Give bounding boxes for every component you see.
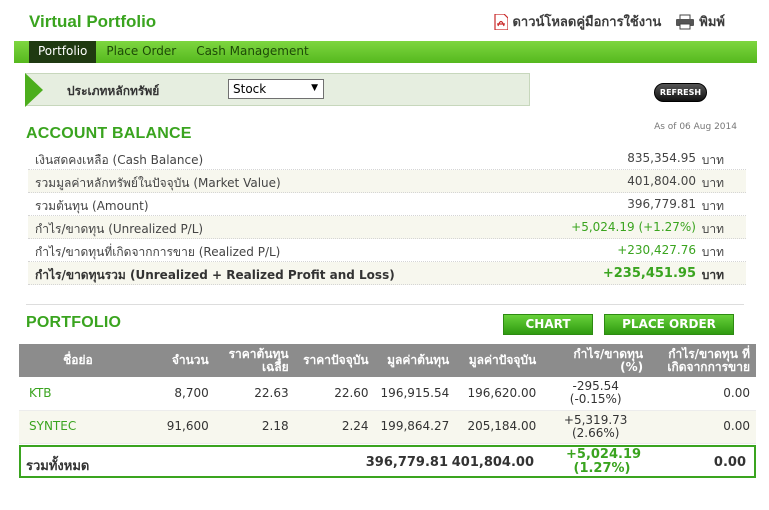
total-realized: 0.00 [713,455,746,470]
pl-cell: +5,319.73 (2.66%) [542,410,650,444]
balance-unit: บาท [701,153,724,167]
pl-percent: (-0.15%) [569,392,622,407]
table-row: SYNTEC 91,600 2.18 2.24 199,864.27 205,1… [19,410,756,444]
balance-value: +230,427.76 [617,243,696,257]
chart-button[interactable]: CHART [503,314,593,335]
total-cost-value: 396,779.81 [365,455,448,470]
as-of-date: As of 06 Aug 2014 [654,122,737,132]
pl-cell: -295.54 (-0.15%) [542,377,650,411]
account-balance-table: เงินสดคงเหลือ (Cash Balance) 835,354.95 … [28,147,746,285]
balance-label: รวมต้นทุน (Amount) [35,199,149,213]
realized-cell: 0.00 [649,410,756,444]
download-manual-label: ดาวน์โหลดคู่มือการใช้งาน [512,15,662,30]
account-balance-title: ACCOUNT BALANCE [26,125,192,142]
balance-unit: บาท [701,268,724,282]
tab-place-order[interactable]: Place Order [96,41,186,63]
qty-cell: 91,600 [136,410,215,444]
nav-bar: Portfolio Place Order Cash Management [14,41,757,63]
avg-cost-cell: 2.18 [214,410,295,444]
balance-row-amount: รวมต้นทุน (Amount) 396,779.81 บาท [28,193,746,216]
table-row: KTB 8,700 22.63 22.60 196,915.54 196,620… [19,377,756,411]
col-pl: กำไร/ขาดทุน (%) [542,344,650,377]
balance-value: 401,804.00 [627,174,696,188]
symbol-link[interactable]: SYNTEC [19,410,137,444]
cost-value-cell: 199,864.27 [374,410,456,444]
col-price: ราคาปัจจุบัน [294,344,375,377]
place-order-button[interactable]: PLACE ORDER [604,314,734,335]
table-header-row: ชื่อย่อ จำนวน ราคาต้นทุนเฉลี่ย ราคาปัจจุ… [19,344,756,377]
balance-value: +235,451.95 [602,266,696,281]
total-pl-percent: (1.27%) [573,461,631,476]
balance-label: กำไร/ขาดทุนที่เกิดจากการขาย (Realized P/… [35,245,281,259]
balance-row-cash: เงินสดคงเหลือ (Cash Balance) 835,354.95 … [28,147,746,170]
portfolio-table: ชื่อย่อ จำนวน ราคาต้นทุนเฉลี่ย ราคาปัจจุ… [19,344,756,444]
pl-percent: (2.66%) [571,425,620,440]
security-type-filter: ประเภทหลักทรัพย์ Stock ▼ [25,73,530,107]
market-value-cell: 205,184.00 [455,410,543,444]
portfolio-total-row: รวมทั้งหมด 396,779.81 401,804.00 +5,024.… [19,445,756,478]
balance-label: กำไร/ขาดทุน (Unrealized P/L) [35,222,204,236]
col-market-value: มูลค่าปัจจุบัน [455,344,543,377]
print-link[interactable]: พิมพ์ [675,11,725,32]
dropdown-arrow-icon: ▼ [311,83,318,93]
col-realized: กำไร/ขาดทุน ที่เกิดจากการขาย [649,344,756,377]
symbol-link[interactable]: KTB [19,377,137,411]
qty-cell: 8,700 [136,377,215,411]
balance-unit: บาท [701,176,724,190]
balance-label: เงินสดคงเหลือ (Cash Balance) [35,153,204,167]
top-links: ดาวน์โหลดคู่มือการใช้งาน พิมพ์ [494,11,725,32]
price-cell: 22.60 [294,377,375,411]
security-type-label: ประเภทหลักทรัพย์ [67,84,160,98]
col-symbol: ชื่อย่อ [19,344,137,377]
balance-value: +5,024.19 (+1.27%) [571,220,696,234]
realized-cell: 0.00 [649,377,756,411]
balance-label: กำไร/ขาดทุนรวม (Unrealized + Realized Pr… [35,268,395,282]
avg-cost-cell: 22.63 [214,377,295,411]
portfolio-title: PORTFOLIO [26,314,122,331]
section-divider [26,304,744,305]
col-avg-cost: ราคาต้นทุนเฉลี่ย [214,344,295,377]
col-qty: จำนวน [136,344,215,377]
balance-label: รวมมูลค่าหลักทรัพย์ในปัจจุบัน (Market Va… [35,176,281,190]
tab-cash-management[interactable]: Cash Management [186,41,318,63]
balance-value: 835,354.95 [627,151,696,165]
balance-row-realized-pl: กำไร/ขาดทุนที่เกิดจากการขาย (Realized P/… [28,239,746,262]
security-type-value: Stock [233,82,267,96]
total-label: รวมทั้งหมด [26,459,90,474]
app-title: Virtual Portfolio [29,12,157,31]
balance-unit: บาท [701,199,724,213]
price-cell: 2.24 [294,410,375,444]
pdf-icon [494,13,509,30]
col-cost-value: มูลค่าต้นทุน [374,344,456,377]
balance-unit: บาท [701,222,724,236]
total-market-value: 401,804.00 [451,455,534,470]
filter-arrow-icon [25,73,43,107]
cost-value-cell: 196,915.54 [374,377,456,411]
tab-portfolio[interactable]: Portfolio [29,41,97,63]
balance-row-unrealized-pl: กำไร/ขาดทุน (Unrealized P/L) +5,024.19 (… [28,216,746,239]
pl-amount: +5,319.73 [563,412,628,427]
refresh-button[interactable]: REFRESH [654,83,707,102]
balance-unit: บาท [701,245,724,259]
total-pl-amount: +5,024.19 [566,447,642,462]
balance-row-total-pl: กำไร/ขาดทุนรวม (Unrealized + Realized Pr… [28,262,746,285]
market-value-cell: 196,620.00 [455,377,543,411]
security-type-select[interactable]: Stock ▼ [228,79,324,99]
download-manual-link[interactable]: ดาวน์โหลดคู่มือการใช้งาน [494,11,661,32]
balance-row-market-value: รวมมูลค่าหลักทรัพย์ในปัจจุบัน (Market Va… [28,170,746,193]
balance-value: 396,779.81 [627,197,696,211]
printer-icon [676,14,695,29]
print-label: พิมพ์ [699,15,725,30]
total-pl: +5,024.19 (1.27%) [566,447,642,476]
